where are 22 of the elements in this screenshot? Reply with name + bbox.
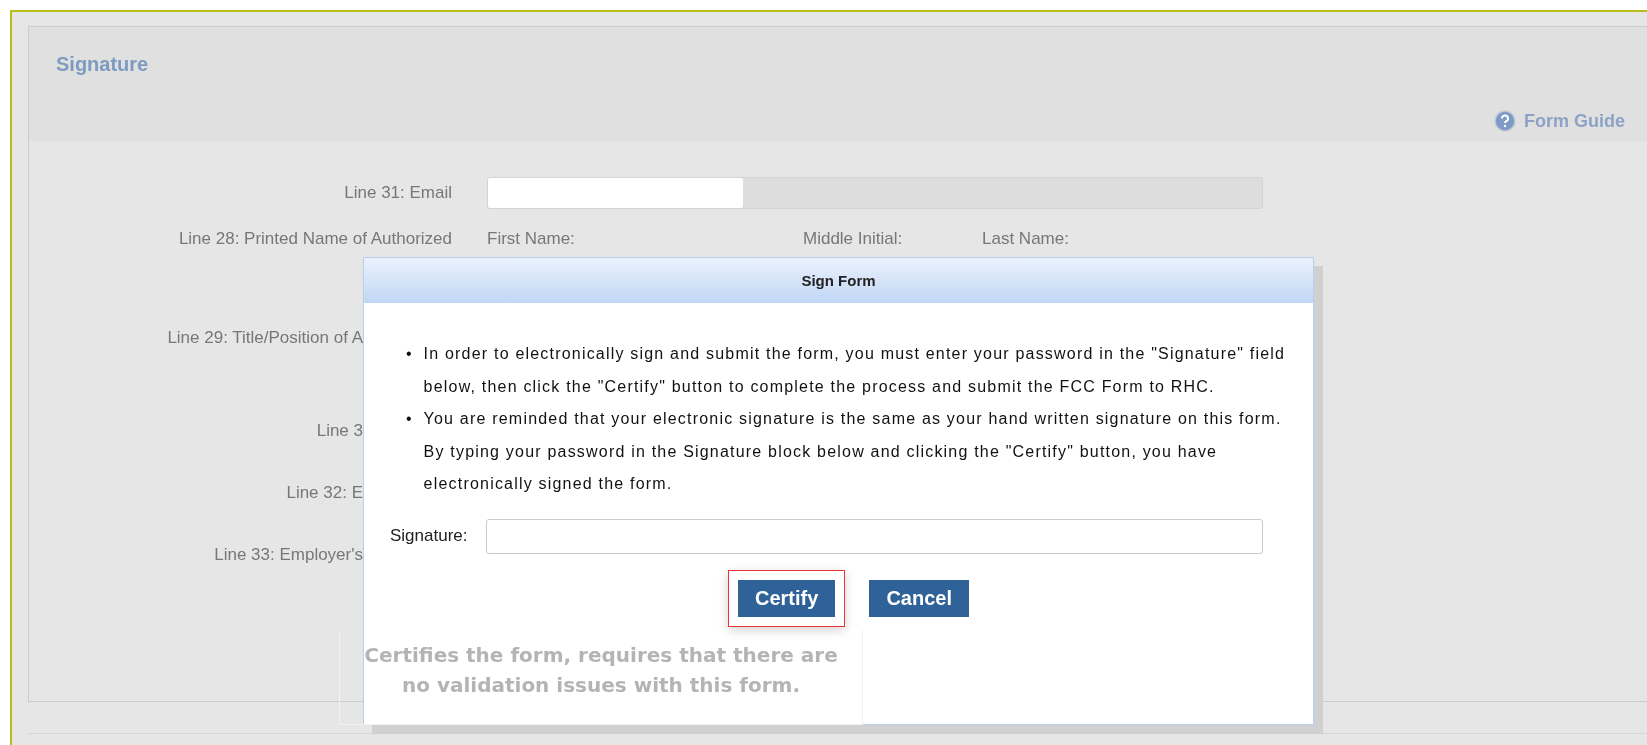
help-icon[interactable] (1494, 110, 1516, 132)
field-label: Line 33: Employer's (213, 545, 363, 565)
signature-field[interactable] (485, 518, 1263, 554)
dialog-title: Sign Form (364, 258, 1313, 303)
instruction-text: You are reminded that your electronic signature is the same as your hand written signature on this form. By typing your password in the Signature block below and clicking the "Certify" button, you have electronically signed the form. (423, 409, 1283, 494)
name-label: First Name: (487, 229, 576, 249)
instruction-text: In order to electronically sign and submit the form, you must enter your password in the "Signature" field below, then click the "Certify" button to complete the process and submit the FCC Form to RHC. (423, 344, 1287, 397)
tooltip: Certifies the form, requires that there are no validation issues with this form. (339, 630, 863, 725)
bullet: • (406, 344, 412, 364)
field-label: Line 29: Title/Position of A (166, 328, 363, 348)
certify-button[interactable]: Certify (738, 579, 836, 617)
field-label: Line 32: E (285, 483, 363, 503)
field-label: Line 28: Printed Name of Authorized (177, 229, 452, 249)
name-label: Last Name: (982, 229, 1069, 249)
section-title: Signature (56, 53, 149, 76)
bullet: • (406, 409, 412, 429)
field-label: Line 31: Email (343, 183, 452, 203)
email-field[interactable] (487, 177, 1263, 209)
field-label: Line 3 (315, 421, 363, 441)
signature-label: Signature: (390, 526, 468, 546)
name-label: Middle Initial: (803, 229, 904, 249)
cancel-button[interactable]: Cancel (869, 579, 969, 617)
